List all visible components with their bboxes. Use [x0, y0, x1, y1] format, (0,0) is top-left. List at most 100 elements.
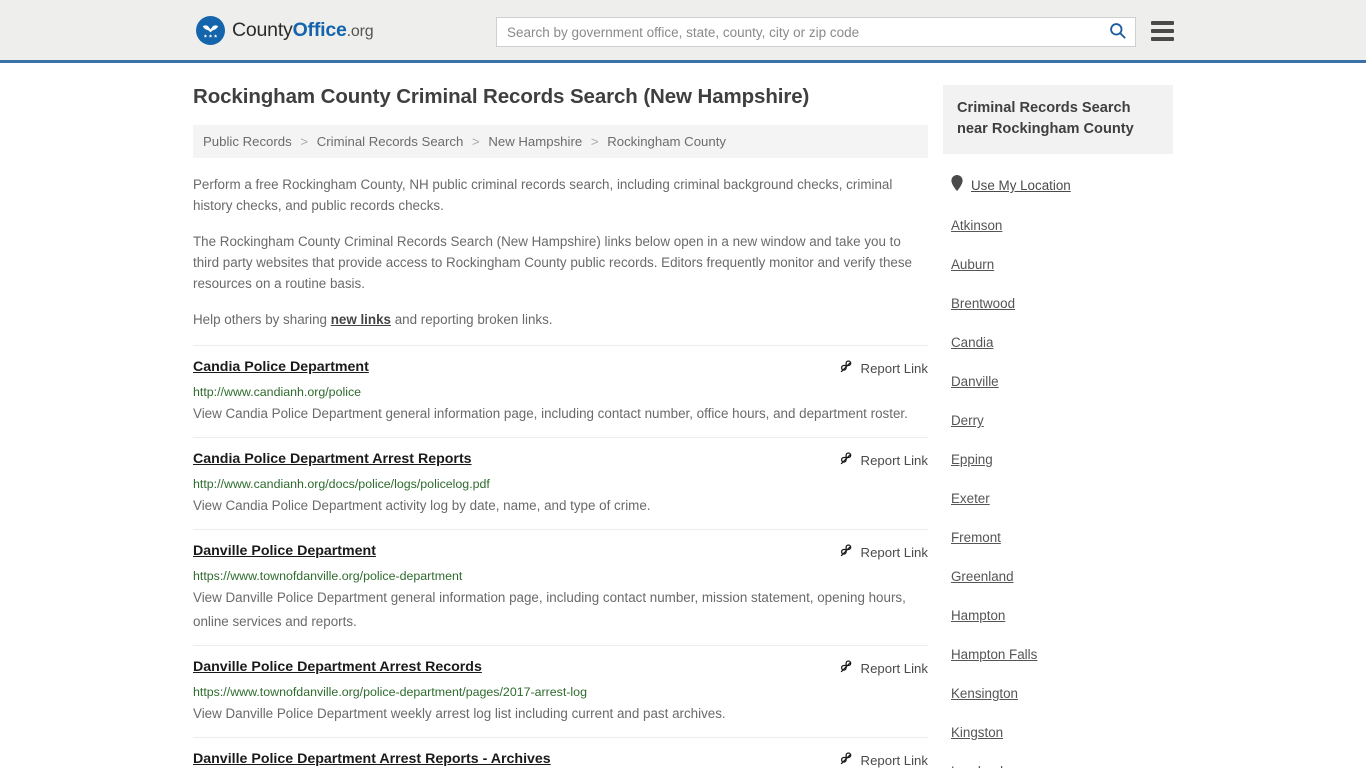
map-pin-icon	[951, 175, 963, 196]
result-item: Danville Police Department Report Link h…	[193, 529, 928, 645]
site-logo[interactable]: CountyOffice.org	[196, 15, 374, 45]
result-url-link[interactable]: http://www.candianh.org/police	[193, 384, 928, 400]
city-link-candia[interactable]: Candia	[951, 335, 993, 350]
city-link-exeter[interactable]: Exeter	[951, 491, 990, 506]
hamburger-bar-2	[1151, 29, 1174, 33]
city-link-londonderry[interactable]: Londonderry	[951, 764, 1026, 768]
list-item: Hampton	[943, 607, 1173, 625]
hamburger-bar-3	[1151, 37, 1174, 41]
report-link-button[interactable]: Report Link	[838, 359, 928, 378]
city-link-kensington[interactable]: Kensington	[951, 686, 1018, 701]
new-links-link[interactable]: new links	[331, 312, 391, 327]
result-item: Candia Police Department Arrest Reports …	[193, 437, 928, 529]
sidebar-heading: Criminal Records Search near Rockingham …	[943, 85, 1173, 154]
city-link-auburn[interactable]: Auburn	[951, 257, 994, 272]
sidebar: Criminal Records Search near Rockingham …	[943, 85, 1173, 768]
page-body: Rockingham County Criminal Records Searc…	[0, 63, 1366, 768]
result-description: View Danville Police Department general …	[193, 590, 906, 629]
result-title-link[interactable]: Candia Police Department	[193, 358, 369, 376]
list-item: Auburn	[943, 256, 1173, 274]
list-item: Kingston	[943, 724, 1173, 742]
result-item: Danville Police Department Arrest Record…	[193, 645, 928, 737]
logo-text-tld: .org	[346, 22, 374, 40]
report-link-button[interactable]: Report Link	[838, 451, 928, 470]
list-item: Epping	[943, 451, 1173, 469]
result-title-link[interactable]: Danville Police Department	[193, 542, 376, 560]
report-link-label: Report Link	[860, 661, 928, 676]
intro-paragraph-2: The Rockingham County Criminal Records S…	[193, 234, 912, 291]
use-my-location-button[interactable]: Use My Location	[951, 175, 1173, 196]
city-link-greenland[interactable]: Greenland	[951, 569, 1014, 584]
list-item: Derry	[943, 412, 1173, 430]
breadcrumb-separator-1: >	[300, 134, 309, 149]
result-title-link[interactable]: Candia Police Department Arrest Reports	[193, 450, 472, 468]
use-my-location-label: Use My Location	[971, 178, 1071, 193]
breadcrumb: Public Records > Criminal Records Search…	[193, 125, 928, 158]
breadcrumb-separator-3: >	[590, 134, 599, 149]
report-link-button[interactable]: Report Link	[838, 751, 928, 768]
logo-text-office: Office	[292, 18, 347, 41]
city-link-danville[interactable]: Danville	[951, 374, 999, 389]
page-title: Rockingham County Criminal Records Searc…	[193, 85, 810, 108]
search-icon	[1108, 21, 1127, 43]
city-link-hampton-falls[interactable]: Hampton Falls	[951, 647, 1037, 662]
result-item: Candia Police Department Report Link htt…	[193, 345, 928, 437]
breadcrumb-separator-2: >	[471, 134, 480, 149]
hamburger-bar-1	[1151, 21, 1174, 25]
report-link-label: Report Link	[860, 753, 928, 768]
report-link-label: Report Link	[860, 545, 928, 560]
main-content: Rockingham County Criminal Records Searc…	[193, 85, 928, 768]
share-text-before: Help others by sharing	[193, 312, 331, 327]
nearby-city-list: Atkinson Auburn Brentwood Candia Danvill…	[943, 217, 1173, 768]
city-link-fremont[interactable]: Fremont	[951, 530, 1001, 545]
result-url-link[interactable]: https://www.townofdanville.org/police-de…	[193, 568, 928, 584]
result-item: Danville Police Department Arrest Report…	[193, 737, 928, 768]
result-title-link[interactable]: Danville Police Department Arrest Report…	[193, 750, 551, 768]
list-item: Danville	[943, 373, 1173, 391]
list-item: Brentwood	[943, 295, 1173, 313]
city-link-epping[interactable]: Epping	[951, 452, 993, 467]
hamburger-menu-icon[interactable]	[1151, 21, 1174, 41]
intro-paragraph-3: Help others by sharing new links and rep…	[193, 309, 928, 330]
city-link-brentwood[interactable]: Brentwood	[951, 296, 1015, 311]
city-link-hampton[interactable]: Hampton	[951, 608, 1005, 623]
breadcrumb-item-new-hampshire[interactable]: New Hampshire	[488, 134, 582, 149]
broken-link-icon	[838, 359, 854, 378]
breadcrumb-item-rockingham-county[interactable]: Rockingham County	[607, 134, 726, 149]
intro-text: Perform a free Rockingham County, NH pub…	[193, 174, 928, 330]
broken-link-icon	[838, 543, 854, 562]
city-link-derry[interactable]: Derry	[951, 413, 984, 428]
city-link-kingston[interactable]: Kingston	[951, 725, 1003, 740]
result-description: View Candia Police Department activity l…	[193, 498, 651, 513]
site-header: CountyOffice.org	[0, 0, 1366, 63]
search-bar[interactable]	[496, 17, 1136, 47]
list-item: Hampton Falls	[943, 646, 1173, 664]
list-item: Atkinson	[943, 217, 1173, 235]
list-item: Londonderry	[943, 763, 1173, 768]
logo-text-county: County	[232, 18, 293, 41]
breadcrumb-item-criminal-records-search[interactable]: Criminal Records Search	[317, 134, 464, 149]
list-item: Fremont	[943, 529, 1173, 547]
result-url-link[interactable]: http://www.candianh.org/docs/police/logs…	[193, 476, 928, 492]
eagle-seal-icon	[196, 15, 225, 45]
search-input[interactable]	[497, 18, 1099, 46]
city-link-atkinson[interactable]: Atkinson	[951, 218, 1002, 233]
report-link-label: Report Link	[860, 453, 928, 468]
site-logo-text: CountyOffice.org	[232, 18, 374, 42]
list-item: Greenland	[943, 568, 1173, 586]
result-title-link[interactable]: Danville Police Department Arrest Record…	[193, 658, 482, 676]
list-item: Exeter	[943, 490, 1173, 508]
result-description: View Danville Police Department weekly a…	[193, 706, 726, 721]
report-link-button[interactable]: Report Link	[838, 659, 928, 678]
result-url-link[interactable]: https://www.townofdanville.org/police-de…	[193, 684, 928, 700]
list-item: Candia	[943, 334, 1173, 352]
broken-link-icon	[838, 659, 854, 678]
broken-link-icon	[838, 451, 854, 470]
list-item: Kensington	[943, 685, 1173, 703]
breadcrumb-item-public-records[interactable]: Public Records	[203, 134, 292, 149]
search-button[interactable]	[1099, 18, 1135, 46]
broken-link-icon	[838, 751, 854, 768]
report-link-button[interactable]: Report Link	[838, 543, 928, 562]
report-link-label: Report Link	[860, 361, 928, 376]
intro-paragraph-1: Perform a free Rockingham County, NH pub…	[193, 177, 893, 213]
